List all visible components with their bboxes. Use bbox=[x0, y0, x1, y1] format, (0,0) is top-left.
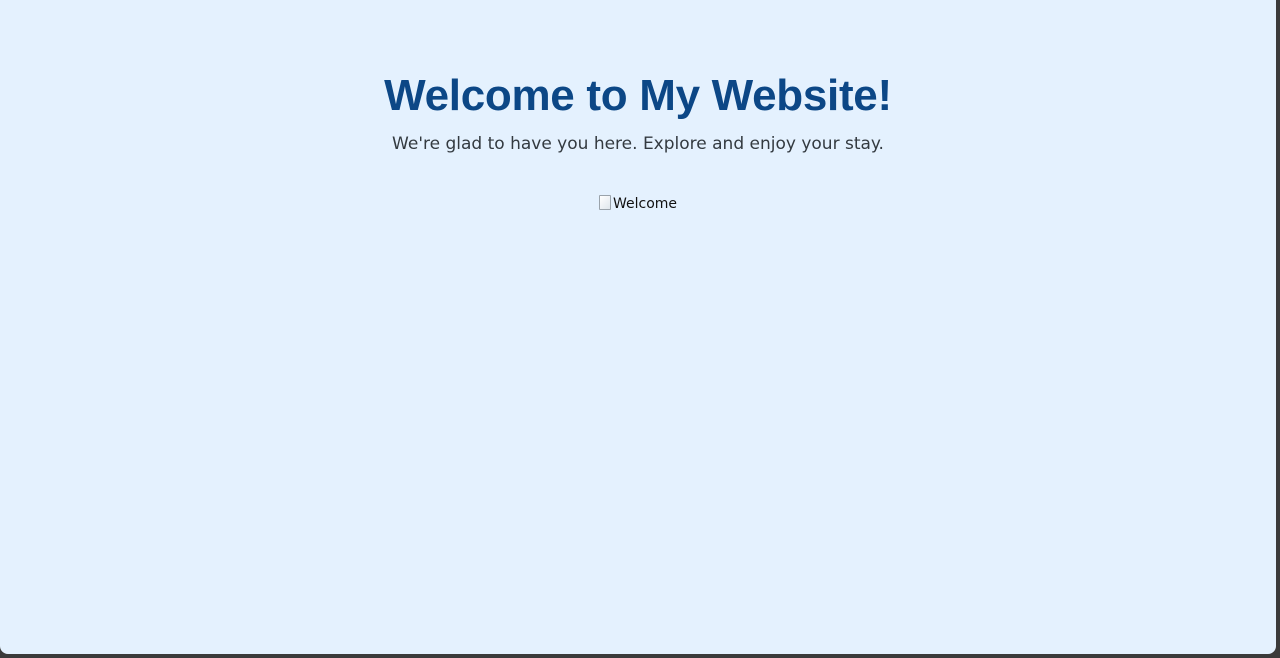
welcome-image-alt-text: Welcome bbox=[612, 196, 678, 212]
welcome-image: Welcome bbox=[598, 194, 678, 213]
browser-viewport: Welcome to My Website! We're glad to hav… bbox=[0, 0, 1276, 654]
welcome-section: Welcome to My Website! We're glad to hav… bbox=[0, 0, 1276, 216]
window-bottom-border bbox=[0, 654, 1280, 658]
page-title: Welcome to My Website! bbox=[384, 71, 892, 120]
page-subtitle: We're glad to have you here. Explore and… bbox=[392, 134, 884, 154]
broken-image-icon bbox=[598, 194, 611, 210]
window-right-border bbox=[1276, 0, 1280, 658]
